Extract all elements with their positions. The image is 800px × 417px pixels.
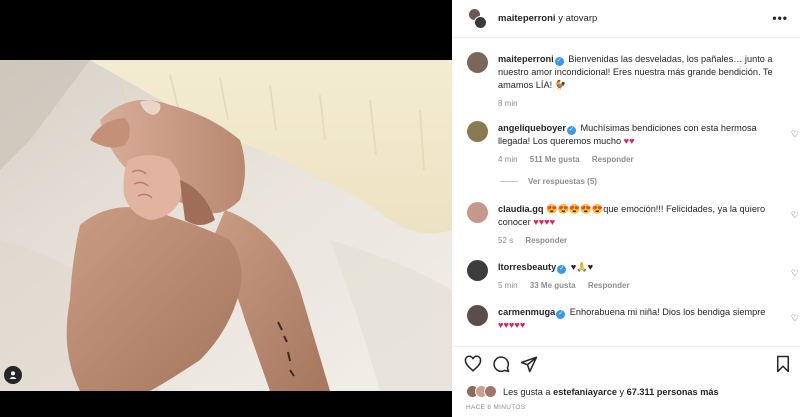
likes-prefix: Les gusta a bbox=[503, 386, 551, 397]
comment-likes[interactable]: 33 Me gusta bbox=[530, 281, 576, 290]
view-replies-label: Ver respuestas (5) bbox=[528, 177, 597, 186]
comment-time: 5 min bbox=[498, 281, 518, 290]
reply-button[interactable]: Responder bbox=[588, 281, 630, 290]
avatar[interactable] bbox=[467, 260, 488, 281]
avatar[interactable] bbox=[467, 305, 488, 326]
verified-icon: ✓ bbox=[557, 265, 567, 274]
caption-time: 8 min bbox=[498, 99, 518, 108]
post-timestamp: HACE 8 MINUTOS bbox=[466, 404, 526, 411]
likes-count[interactable]: 67.311 personas más bbox=[627, 387, 719, 397]
author-connector: y bbox=[558, 13, 563, 24]
heart-icon[interactable]: ♡ bbox=[791, 129, 799, 140]
heart-icon[interactable] bbox=[464, 355, 482, 373]
reply-button[interactable]: Responder bbox=[592, 155, 634, 164]
caption-username[interactable]: maiteperroni bbox=[498, 54, 554, 64]
comment-text: Enhorabuena mi niña! Dios los bendiga si… bbox=[569, 307, 766, 317]
avatar bbox=[474, 15, 487, 29]
more-options-icon[interactable]: ••• bbox=[772, 12, 788, 24]
instagram-post-view: maiteperroni y atovarp ••• maiteperroni ✓… bbox=[0, 0, 800, 417]
coauthor-link[interactable]: atovarp bbox=[566, 13, 598, 24]
post-header: maiteperroni y atovarp ••• bbox=[452, 0, 800, 38]
verified-icon: ✓ bbox=[554, 57, 564, 66]
likes-connector: y bbox=[619, 386, 625, 397]
avatar[interactable] bbox=[467, 202, 488, 223]
avatar[interactable] bbox=[467, 52, 488, 73]
comment-text: ♥🙏♥ bbox=[570, 262, 594, 272]
post-media[interactable] bbox=[0, 0, 452, 417]
verified-icon: ✓ bbox=[556, 310, 566, 319]
comment-username[interactable]: carmenmuga bbox=[498, 307, 555, 317]
post-photo bbox=[0, 60, 452, 391]
comment-icon[interactable] bbox=[492, 355, 510, 373]
comment-emoji: ♥♥♥♥♥ bbox=[498, 320, 526, 330]
avatar[interactable] bbox=[467, 121, 488, 142]
comment-time: 52 s bbox=[498, 236, 514, 245]
heart-icon[interactable]: ♡ bbox=[791, 313, 799, 324]
post-actions: Les gusta a estefaniayarce y 67.311 pers… bbox=[452, 346, 800, 417]
author-link[interactable]: maiteperroni bbox=[498, 13, 556, 24]
comment-emoji: ♥♥♥♥ bbox=[533, 217, 556, 227]
comment-likes[interactable]: 511 Me gusta bbox=[530, 155, 580, 164]
liker-avatars bbox=[466, 385, 497, 398]
liker-username[interactable]: estefaniayarce bbox=[553, 387, 617, 397]
comment-emoji: ♥♥ bbox=[623, 136, 635, 146]
reply-button[interactable]: Responder bbox=[525, 236, 567, 245]
divider bbox=[500, 181, 518, 182]
comment-time: 4 min bbox=[498, 155, 518, 164]
verified-icon: ✓ bbox=[566, 126, 576, 135]
comments-list[interactable]: maiteperroni ✓ Bienvenidas las desveladas… bbox=[452, 40, 800, 346]
comment-username[interactable]: angeliqueboyer bbox=[498, 123, 566, 133]
post-authors: maiteperroni y atovarp bbox=[498, 13, 597, 24]
comment-emoji-prefix: 😍😍😍😍😍 bbox=[546, 204, 604, 214]
avatar bbox=[484, 385, 497, 398]
share-icon[interactable] bbox=[520, 355, 538, 373]
coauthor-avatars[interactable] bbox=[468, 7, 488, 30]
heart-icon[interactable]: ♡ bbox=[791, 268, 799, 279]
post-side-panel: maiteperroni y atovarp ••• maiteperroni ✓… bbox=[452, 0, 800, 417]
heart-icon[interactable]: ♡ bbox=[791, 210, 799, 221]
likes-summary[interactable]: Les gusta a estefaniayarce y 67.311 pers… bbox=[466, 385, 719, 398]
user-tag-icon[interactable] bbox=[4, 366, 22, 384]
comment-username[interactable]: claudia.gq bbox=[498, 204, 543, 214]
bookmark-icon[interactable] bbox=[774, 355, 792, 373]
comment-username[interactable]: ltorresbeauty bbox=[498, 262, 556, 272]
view-replies-button[interactable]: Ver respuestas (5) bbox=[500, 177, 597, 186]
